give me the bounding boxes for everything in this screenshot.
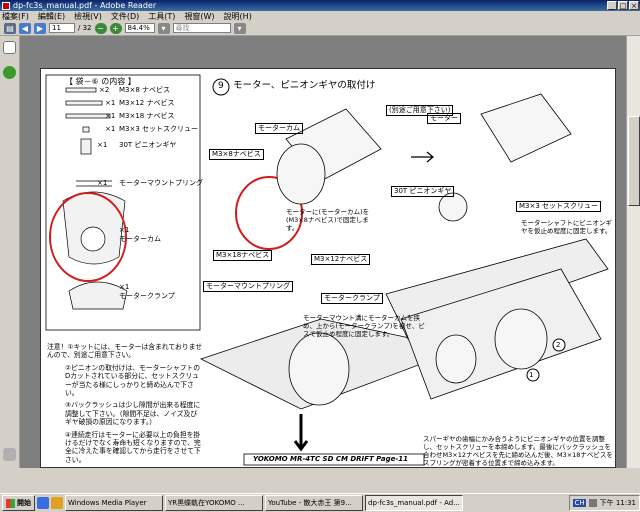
start-button[interactable]: 開始 [2,495,35,511]
caution-item-3: ③バックラッシュは少し隙間が出来る程度に調整して下さい。（隙間不足は、ノイズ及び… [65,401,201,427]
menu-document[interactable]: 文件(D) [111,11,139,22]
part-name-setscrew: M3×3 セットスクリュー [119,125,199,133]
label-m3x12: M3×12ナベビス [311,254,371,265]
label-cam: モーターカム [255,123,303,134]
zoom-dropdown-icon[interactable]: ▾ [157,22,170,34]
menu-edit[interactable]: 編輯(E) [38,11,65,22]
task-adobe-reader[interactable]: dp-fc3s_manual.pdf - Ad... [365,495,463,511]
volume-icon[interactable] [588,499,597,507]
task-label: dp-fc3s_manual.pdf - Ad... [368,499,460,507]
clock: 下午 11:31 [599,499,636,507]
page-total: / 32 [78,24,92,32]
step-title: モーター、ピニオンギヤの取付け [233,80,376,91]
zoom-in-icon[interactable]: + [109,22,122,34]
part-name-m3x8: M3×8 ナベビス [119,86,171,94]
print-icon[interactable]: ▤ [4,22,16,34]
part-qty-pinion: ×1 [97,141,108,149]
vertical-scrollbar[interactable] [626,36,640,468]
menu-view[interactable]: 檢視(V) [74,11,102,22]
caution-block: 注意！①キットには、モーターは含まれておりませんので、別途ご用意下さい。 ②ピニ… [47,343,203,464]
menu-bar: 檔案(F) 編輯(E) 檢視(V) 文件(D) 工具(T) 視窗(W) 說明(H… [0,11,640,21]
task-youtube[interactable]: YouTube - 散大赤王 第9... [265,495,363,511]
pages-panel-icon[interactable] [3,41,16,54]
task-label: YR黒蝶軌在YOKOMO ... [168,499,245,507]
part-name-pinion: 30T ピニオンギヤ [119,141,177,149]
note-clamp: モーターマウント溝にモーターカムを挟め、上から(モータークランプ)を被せ、ビスで… [303,314,425,338]
circled-number-2: 2 [556,341,561,349]
part-qty-spring: ×1 [97,179,108,187]
search-options-icon[interactable]: ▾ [233,22,246,34]
part-qty-setscrew: ×1 [105,125,116,133]
close-button[interactable]: × [629,1,639,10]
label-setscrew: M3×3 セットスクリュー [516,201,602,212]
bag-contents-title: 【 袋－⑥ の内容 】 [65,77,136,86]
label-spring: モーターマウントプリング [203,281,293,292]
menu-file[interactable]: 檔案(F) [2,11,29,22]
part-qty-m3x12: ×1 [105,99,116,107]
scrollbar-thumb[interactable] [628,116,640,206]
part-qty-cam: ×1 [119,226,130,234]
task-yokomo-page[interactable]: YR黒蝶軌在YOKOMO ... [165,495,263,511]
help-icon[interactable] [3,66,16,79]
part-qty-m3x8: ×2 [99,86,110,94]
menu-window[interactable]: 視窗(W) [184,11,214,22]
status-bar [0,468,640,493]
minimize-button[interactable]: _ [607,1,617,10]
forward-arrow-icon[interactable]: ▶ [34,22,46,34]
label-m3x18: M3×18ナベビス [213,250,273,261]
step-number: 9 [218,81,224,91]
task-label: YouTube - 散大赤王 第9... [268,499,352,507]
part-name-cam: モーターカム [119,235,161,243]
maximize-button[interactable]: □ [618,1,628,10]
language-indicator[interactable]: CH [573,499,586,507]
part-name-m3x18: M3×18 ナベビス [119,112,175,120]
task-media-player[interactable]: Windows Media Player [65,495,163,511]
adjust-note: スパーギヤの歯幅にかみ合うようにビニオンギヤの位置を調整し、セットスクリューを本… [423,435,613,467]
zoom-level-input[interactable]: 84.4% [124,23,155,33]
start-label: 開始 [17,499,31,507]
page-number-input[interactable]: 11 [49,23,75,33]
system-tray: CH 下午 11:31 [569,495,640,511]
zoom-out-icon[interactable]: − [94,22,107,34]
taskbar: 開始 Windows Media Player YR黒蝶軌在YOKOMO ...… [0,493,640,512]
pdf-page: 【 袋－⑥ の内容 】 ×2 M3×8 ナベビス ×1 M3×12 ナベビス ×… [40,68,616,468]
title-bar: dp-fc3s_manual.pdf - Adobe Reader _ □ × [0,0,640,11]
back-arrow-icon[interactable]: ◀ [19,22,31,34]
part-name-clamp: モータークランプ [119,292,175,300]
label-clamp: モータークランプ [321,293,383,304]
caution-item-1: 注意！①キットには、モーターは含まれておりませんので、別途ご用意下さい。 [47,343,203,360]
note-mount: モーターに(モーターカム)を(M3×8ナベビス)で固定します。 [286,208,370,232]
caution-item-2: ②ピニオンの取付けは、モーターシャフトのDカットされている部分に、セットスクリュ… [65,363,201,398]
search-input[interactable]: 尋找 [172,23,231,33]
label-m3x8: M3×8ナベビス [209,149,264,160]
ie-quicklaunch-icon[interactable] [37,497,49,509]
note-setscrew: モーターシャフトにビニオンギヤを仮止め程度に固定します。 [521,219,612,235]
part-name-spring: モーターマウントプリング [119,179,203,187]
attachments-icon[interactable] [3,448,16,461]
part-qty-clamp: ×1 [119,283,130,291]
folder-quicklaunch-icon[interactable] [51,497,63,509]
menu-help[interactable]: 說明(H) [224,11,252,22]
windows-logo-icon [6,498,15,508]
label-motor: モーター [427,113,461,124]
part-name-m3x12: M3×12 ナベビス [119,99,175,107]
label-pinion: 30T ピニオンギヤ [391,186,455,197]
adobe-reader-icon [2,1,10,10]
part-qty-m3x18: ×1 [105,112,116,120]
task-label: Windows Media Player [68,499,147,507]
window-title: dp-fc3s_manual.pdf - Adobe Reader [13,1,157,10]
circled-number-1: 1 [529,371,534,379]
navigation-pane [0,36,20,468]
page-footer: YOKOMO MR-4TC SD CM DRIFT Page-11 [253,455,408,463]
caution-item-4: ④連続走行はモーターに必要以上の負担を掛けるだけでなく寿命も短くなりますので、完… [65,430,201,464]
toolbar: ▤ ◀ ▶ 11 / 32 − + 84.4% ▾ 尋找 ▾ [0,21,640,36]
menu-tools[interactable]: 工具(T) [148,11,175,22]
